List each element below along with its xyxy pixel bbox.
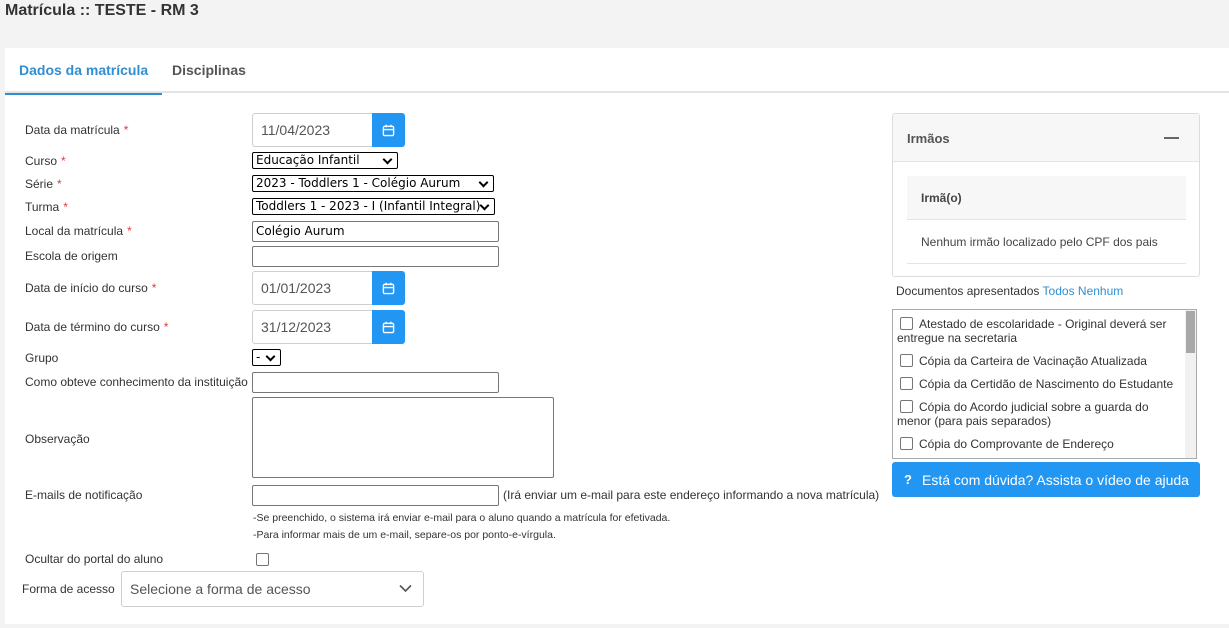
data-termino-label: Data de término do curso * xyxy=(25,320,169,334)
collapse-minus-icon[interactable] xyxy=(1164,137,1179,139)
calendar-icon xyxy=(382,282,395,294)
local-matricula-label: Local da matrícula * xyxy=(25,224,132,238)
serie-label: Série * xyxy=(25,177,62,191)
data-inicio-calendar-button[interactable] xyxy=(372,271,405,305)
document-label: Cópia do Acordo judicial sobre a guarda … xyxy=(897,400,1149,428)
documentos-label-row: Documentos apresentados Todos Nenhum xyxy=(896,284,1123,298)
conhecimento-label: Como obteve conhecimento da instituição xyxy=(25,375,248,389)
conhecimento-input[interactable] xyxy=(252,372,499,393)
forma-acesso-placeholder: Selecione a forma de acesso xyxy=(130,581,311,597)
document-checkbox[interactable] xyxy=(900,354,913,367)
tab-bar: Dados da matrícula Disciplinas xyxy=(4,48,1229,95)
data-matricula-label: Data da matrícula * xyxy=(25,123,129,137)
document-label: Atestado de escolaridade - Original deve… xyxy=(897,317,1167,345)
escola-origem-input[interactable] xyxy=(252,246,499,267)
document-checkbox[interactable] xyxy=(900,377,913,390)
escola-origem-label: Escola de origem xyxy=(25,249,118,263)
document-item[interactable]: Atestado de escolaridade - Original deve… xyxy=(897,317,1180,345)
documentos-scrollbar[interactable] xyxy=(1185,310,1196,458)
help-video-button[interactable]: ? Está com dúvida? Assista o vídeo de aj… xyxy=(892,462,1200,497)
main-panel: Dados da matrícula Disciplinas Data da m… xyxy=(4,48,1229,624)
irmaos-empty-text: Nenhum irmão localizado pelo CPF dos pai… xyxy=(921,235,1158,249)
tab-disciplinas[interactable]: Disciplinas xyxy=(172,48,246,93)
emails-hint-2: -Para informar mais de um e-mail, separe… xyxy=(253,529,556,541)
document-checkbox[interactable] xyxy=(900,437,913,450)
chevron-down-icon xyxy=(399,584,412,593)
forma-acesso-label: Forma de acesso xyxy=(22,582,115,596)
observacao-textarea[interactable] xyxy=(252,397,554,478)
turma-select[interactable]: Toddlers 1 - 2023 - I (Infantil Integral… xyxy=(252,198,495,215)
emails-label: E-mails de notificação xyxy=(25,488,143,502)
calendar-icon xyxy=(382,321,395,333)
documentos-todos-link[interactable]: Todos xyxy=(1043,284,1075,298)
grupo-label: Grupo xyxy=(25,351,59,365)
document-checkbox[interactable] xyxy=(900,400,913,413)
ocultar-label: Ocultar do portal do aluno xyxy=(25,552,164,566)
emails-input[interactable] xyxy=(252,485,499,506)
data-matricula-calendar-button[interactable] xyxy=(372,113,405,147)
documentos-scrollbar-thumb[interactable] xyxy=(1186,311,1195,353)
irmaos-table-header: Irmã(o) xyxy=(907,176,1186,220)
calendar-icon xyxy=(382,124,395,136)
documentos-nenhum-link[interactable]: Nenhum xyxy=(1078,284,1123,298)
document-label: Cópia da Certidão de Nascimento do Estud… xyxy=(919,377,1174,391)
document-checkbox[interactable] xyxy=(900,317,913,330)
documentos-list[interactable]: Atestado de escolaridade - Original deve… xyxy=(892,309,1197,459)
tab-dados-matricula[interactable]: Dados da matrícula xyxy=(4,48,163,95)
curso-label: Curso * xyxy=(25,154,66,168)
ocultar-checkbox[interactable] xyxy=(256,553,269,566)
document-label: Cópia do Comprovante de Endereço xyxy=(919,437,1114,451)
irmaos-column-header: Irmã(o) xyxy=(921,191,962,205)
data-matricula-input[interactable]: 11/04/2023 xyxy=(252,113,372,147)
observacao-label: Observação xyxy=(25,432,90,446)
document-item[interactable]: Cópia do Comprovante de Endereço xyxy=(897,437,1180,451)
document-item[interactable]: Cópia da Carteira de Vacinação Atualizad… xyxy=(897,354,1180,368)
emails-hint-1: -Se preenchido, o sistema irá enviar e-m… xyxy=(253,512,671,524)
irmaos-empty-row: Nenhum irmão localizado pelo CPF dos pai… xyxy=(907,220,1186,264)
data-termino-input[interactable]: 31/12/2023 xyxy=(252,310,372,344)
question-icon: ? xyxy=(904,472,912,487)
irmaos-panel: Irmãos Irmã(o) Nenhum irmão localizado p… xyxy=(892,113,1200,277)
serie-select[interactable]: 2023 - Toddlers 1 - Colégio Aurum xyxy=(252,175,494,192)
grupo-select[interactable]: - xyxy=(252,349,281,366)
turma-label: Turma * xyxy=(25,200,68,214)
documentos-label: Documentos apresentados xyxy=(896,284,1040,298)
data-inicio-input[interactable]: 01/01/2023 xyxy=(252,271,372,305)
local-matricula-input[interactable]: Colégio Aurum xyxy=(252,221,499,242)
help-video-label: Está com dúvida? Assista o vídeo de ajud… xyxy=(922,471,1189,488)
page-title: Matrícula :: TESTE - RM 3 xyxy=(5,2,199,19)
irmaos-title: Irmãos xyxy=(907,131,950,146)
data-inicio-label: Data de início do curso * xyxy=(25,281,157,295)
emails-note: (Irá enviar um e-mail para este endereço… xyxy=(503,488,880,502)
forma-acesso-select[interactable]: Selecione a forma de acesso xyxy=(121,571,424,607)
curso-select[interactable]: Educação Infantil xyxy=(252,152,398,169)
data-termino-calendar-button[interactable] xyxy=(372,310,405,344)
document-item[interactable]: Cópia da Certidão de Nascimento do Estud… xyxy=(897,377,1180,391)
irmaos-header: Irmãos xyxy=(893,114,1199,162)
document-item[interactable]: Cópia do Acordo judicial sobre a guarda … xyxy=(897,400,1180,428)
document-label: Cópia da Carteira de Vacinação Atualizad… xyxy=(919,354,1147,368)
